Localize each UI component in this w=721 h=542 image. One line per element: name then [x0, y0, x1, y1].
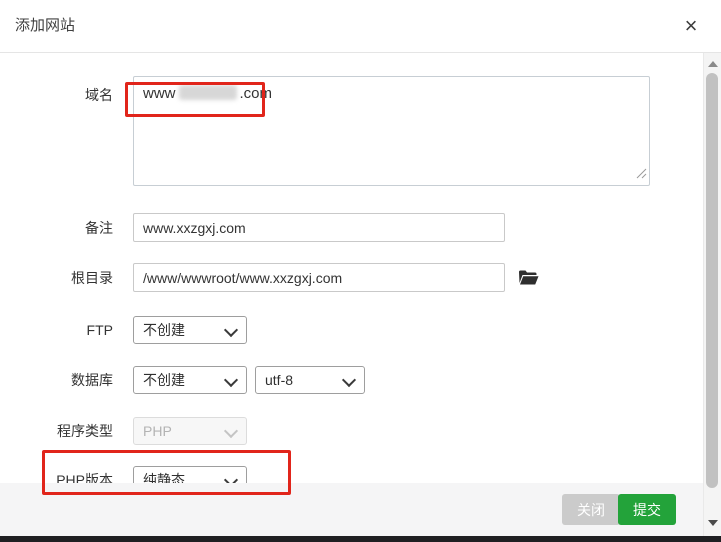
add-website-dialog: 添加网站 × 域名 www .com 备注 根目录 FTP 不创建 [0, 0, 721, 542]
program-type-label: 程序类型 [0, 421, 113, 441]
scroll-down-icon[interactable] [708, 520, 718, 526]
ftp-selected-value: 不创建 [143, 322, 185, 338]
resize-handle-icon[interactable] [636, 166, 647, 183]
root-dir-row: 根目录 [0, 263, 539, 292]
vertical-scrollbar[interactable] [703, 53, 721, 536]
domain-textarea[interactable]: www .com [133, 76, 650, 186]
ftp-select[interactable]: 不创建 [133, 316, 247, 344]
bottom-edge-strip [0, 536, 721, 542]
dialog-header: 添加网站 × [0, 0, 721, 53]
redacted-text [179, 85, 237, 100]
ftp-row: FTP 不创建 [0, 316, 247, 344]
domain-value-suffix: .com [240, 85, 273, 102]
domain-label: 域名 [0, 85, 113, 105]
ftp-label: FTP [0, 322, 113, 338]
program-type-selected-value: PHP [143, 423, 172, 439]
chevron-down-icon [224, 424, 238, 438]
root-dir-label: 根目录 [0, 268, 113, 288]
submit-button[interactable]: 提交 [618, 494, 676, 525]
root-dir-input[interactable] [133, 263, 505, 292]
program-type-row: 程序类型 PHP [0, 417, 247, 445]
remark-label: 备注 [0, 218, 113, 238]
domain-value-prefix: www [143, 85, 176, 102]
database-label: 数据库 [0, 370, 113, 390]
chevron-down-icon [224, 373, 238, 387]
dialog-footer: 关闭 提交 [0, 483, 704, 536]
program-type-select: PHP [133, 417, 247, 445]
database-select[interactable]: 不创建 [133, 366, 247, 394]
charset-select[interactable]: utf-8 [255, 366, 365, 394]
chevron-down-icon [224, 323, 238, 337]
remark-row: 备注 [0, 213, 505, 242]
database-row: 数据库 不创建 utf-8 [0, 366, 365, 394]
close-icon[interactable]: × [677, 12, 705, 40]
remark-input[interactable] [133, 213, 505, 242]
scrollbar-thumb[interactable] [706, 73, 718, 488]
dialog-title: 添加网站 [15, 0, 75, 52]
folder-icon[interactable] [518, 269, 539, 286]
close-button[interactable]: 关闭 [562, 494, 620, 525]
charset-selected-value: utf-8 [265, 372, 293, 388]
scroll-up-icon[interactable] [708, 61, 718, 67]
chevron-down-icon [342, 373, 356, 387]
database-selected-value: 不创建 [143, 372, 185, 388]
domain-row: 域名 www .com [0, 76, 650, 186]
